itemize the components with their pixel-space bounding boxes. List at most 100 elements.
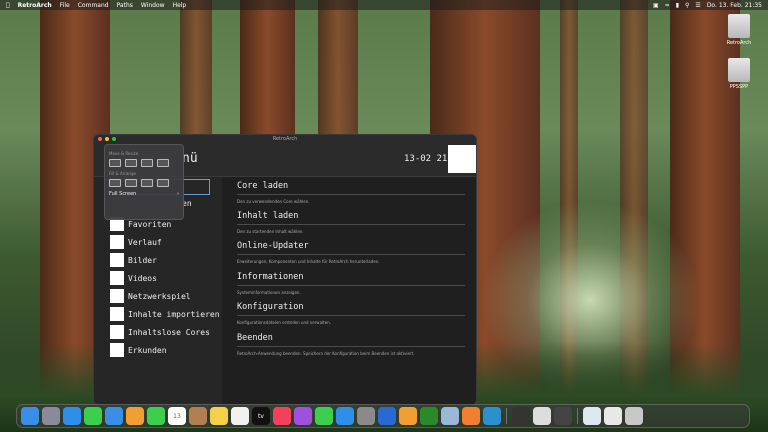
finder-icon[interactable] (21, 407, 39, 425)
tile-top-half-icon[interactable] (141, 159, 153, 167)
contacts-icon[interactable] (189, 407, 207, 425)
sidebar-item-verlauf[interactable]: Verlauf (110, 235, 162, 249)
explore-icon (110, 343, 124, 357)
sidebar-item-label: Inhaltslose Cores (128, 327, 210, 337)
sidebar-item-label: Videos (128, 273, 157, 283)
apple-icon[interactable]:  (6, 2, 10, 9)
menu-datetime[interactable]: Do. 13. Feb. 21:35 (707, 2, 762, 9)
menu-help[interactable]: Help (173, 2, 187, 9)
full-screen-item[interactable]: Full Screen › (109, 191, 179, 197)
zoom-button[interactable] (112, 137, 116, 141)
game-icon[interactable] (554, 407, 572, 425)
notes-icon[interactable] (210, 407, 228, 425)
tile-split-icon[interactable] (125, 179, 137, 187)
appstore-icon[interactable] (336, 407, 354, 425)
menu-app-name[interactable]: RetroArch (18, 2, 52, 9)
import-icon (110, 307, 124, 321)
battery-icon[interactable]: ▮ (676, 2, 679, 9)
facetime-icon[interactable] (147, 407, 165, 425)
calendar-icon[interactable]: 13 (168, 407, 186, 425)
music-icon[interactable] (273, 407, 291, 425)
menu-entry-description: Systeminformationen anzeigen. (237, 290, 301, 295)
messages-icon[interactable] (84, 407, 102, 425)
sidebar-item-label: Inhalte importieren (128, 309, 220, 319)
tile-right-half-icon[interactable] (125, 159, 137, 167)
gamepad-icon[interactable]: ▣ (653, 2, 659, 9)
menu-entry-online-updater[interactable]: Online-Updater Erweiterungen, Komponente… (237, 241, 465, 264)
dock: 13 tv (16, 404, 750, 428)
search-icon[interactable]: ⚲ (685, 2, 689, 9)
script-icon[interactable] (533, 407, 551, 425)
dock-separator (506, 408, 507, 424)
freeform-icon[interactable] (231, 407, 249, 425)
header-clock: 13-02 21: (404, 154, 453, 164)
menu-entry-description: Den zu startenden Inhalt wählen. (237, 229, 304, 234)
sidebar-item-inhaltslose-cores[interactable]: Inhaltslose Cores (110, 325, 210, 339)
sidebar-item-erkunden[interactable]: Erkunden (110, 343, 167, 357)
sidebar-item-videos[interactable]: Videos (110, 271, 157, 285)
window-titlebar[interactable]: RetroArch (94, 135, 476, 143)
menu-file[interactable]: File (60, 2, 70, 9)
launchpad-icon[interactable] (42, 407, 60, 425)
numbers-icon[interactable] (315, 407, 333, 425)
activity-icon[interactable] (512, 407, 530, 425)
files-icon[interactable] (604, 407, 622, 425)
sidebar-item-inhalte-importieren[interactable]: Inhalte importieren (110, 307, 220, 321)
close-button[interactable] (98, 137, 102, 141)
menu-entry-label: Core laden (237, 181, 289, 191)
desktop-drive-ppsspp[interactable]: PPSSPP (724, 58, 754, 90)
sidebar-item-label: Verlauf (128, 237, 162, 247)
sidebar-item-netzwerkspiel[interactable]: Netzwerkspiel (110, 289, 191, 303)
menu-entry-inhalt-laden[interactable]: Inhalt laden Den zu startenden Inhalt wä… (237, 211, 465, 234)
menu-entry-core-laden[interactable]: Core laden Den zu verwendenden Core wähl… (237, 181, 465, 204)
menu-entry-label: Inhalt laden (237, 211, 299, 221)
menu-window[interactable]: Window (141, 2, 165, 9)
window-tiling-popover: Move & Resize Fill & Arrange Full Screen… (104, 144, 184, 220)
sidebar-item-label: Bilder (128, 255, 157, 265)
pencil-icon[interactable] (399, 407, 417, 425)
mail-icon[interactable] (105, 407, 123, 425)
tile-bottom-half-icon[interactable] (157, 159, 169, 167)
photos-icon[interactable] (126, 407, 144, 425)
dock-separator (577, 408, 578, 424)
tile-quarters-icon[interactable] (157, 179, 169, 187)
full-screen-label: Full Screen (109, 191, 137, 197)
drive-icon (728, 58, 750, 82)
settings-icon[interactable] (357, 407, 375, 425)
menu-entry-description: RetroArch-Anwendung beenden. Speichern d… (237, 351, 415, 356)
podcasts-icon[interactable] (294, 407, 312, 425)
menu-entry-label: Konfiguration (237, 302, 304, 312)
dolphin-icon[interactable] (441, 407, 459, 425)
trash-icon[interactable] (625, 407, 643, 425)
menu-entry-informationen[interactable]: Informationen Systeminformationen anzeig… (237, 272, 465, 295)
retroarch-icon[interactable] (462, 407, 480, 425)
netplay-icon (110, 289, 124, 303)
ppsspp-icon[interactable] (483, 407, 501, 425)
menu-entry-beenden[interactable]: Beenden RetroArch-Anwendung beenden. Spe… (237, 333, 465, 356)
menu-entry-konfiguration[interactable]: Konfiguration Konfigurationsdateien erst… (237, 302, 465, 325)
desktop-drive-retroarch[interactable]: RetroArch (724, 14, 754, 46)
safari-icon[interactable] (63, 407, 81, 425)
tile-thirds-icon[interactable] (141, 179, 153, 187)
tile-left-half-icon[interactable] (109, 159, 121, 167)
control-center-icon[interactable]: ☰ (695, 2, 700, 9)
menu-entry-description: Den zu verwendenden Core wählen. (237, 199, 310, 204)
header-title: nü (182, 151, 198, 166)
minimize-button[interactable] (105, 137, 109, 141)
xbox-icon[interactable] (420, 407, 438, 425)
desktop-drive-label: RetroArch (726, 40, 752, 46)
menu-entry-label: Beenden (237, 333, 273, 343)
chevron-right-icon: › (177, 191, 179, 197)
menu-bar:  RetroArch File Command Paths Window He… (0, 0, 768, 10)
tile-fill-icon[interactable] (109, 179, 121, 187)
window-title: RetroArch (272, 136, 298, 142)
xcode-icon[interactable] (378, 407, 396, 425)
menu-command[interactable]: Command (78, 2, 109, 9)
tv-icon[interactable]: tv (252, 407, 270, 425)
menu-paths[interactable]: Paths (117, 2, 133, 9)
main-menu-list: Core laden Den zu verwendenden Core wähl… (222, 177, 476, 405)
preview-icon[interactable] (583, 407, 601, 425)
drive-icon (728, 14, 750, 38)
sidebar-item-bilder[interactable]: Bilder (110, 253, 157, 267)
wifi-icon[interactable]: ≈ (665, 2, 670, 9)
